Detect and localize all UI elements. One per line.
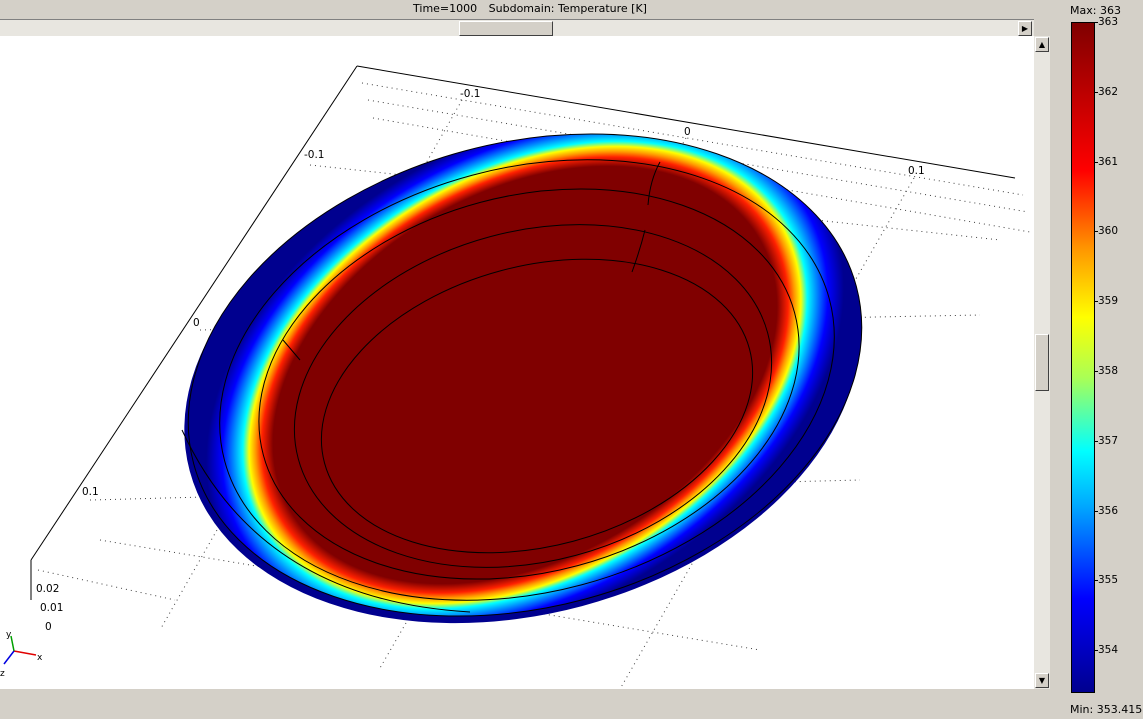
colorbar-tick-label: 356: [1098, 505, 1119, 517]
top-tick-3: 0.1: [908, 165, 925, 177]
plot-canvas[interactable]: -0.1 0 0.1 -0.1 0 0.1 0.02 0.01 0 x y z: [0, 36, 1034, 689]
colorbar-tick-label: 359: [1098, 295, 1119, 307]
z-tick-2: 0.01: [40, 602, 63, 614]
subdomain-label: Subdomain: Temperature [K]: [488, 2, 647, 15]
scroll-up-icon[interactable]: ▲: [1035, 37, 1049, 52]
axis-triad-icon: x y z: [0, 630, 43, 679]
time-label: Time=1000: [413, 2, 478, 15]
colorbar-tick-label: 363: [1098, 16, 1119, 28]
scroll-down-icon[interactable]: ▼: [1035, 673, 1049, 688]
left-tick-3: 0.1: [82, 486, 99, 498]
horizontal-scrollbar[interactable]: ▶: [0, 19, 1034, 37]
temperature-plate: [181, 133, 863, 624]
horizontal-scroll-thumb[interactable]: [459, 21, 553, 36]
left-tick-1: -0.1: [304, 149, 325, 161]
colorbar-tick-label: 354: [1098, 644, 1119, 656]
top-tick-2: 0: [684, 126, 691, 138]
scroll-right-icon[interactable]: ▶: [1018, 21, 1032, 36]
triad-x-label: x: [37, 653, 43, 663]
plot-svg: -0.1 0 0.1 -0.1 0 0.1 0.02 0.01 0 x y z: [0, 65, 1031, 689]
colorbar: [1071, 22, 1095, 693]
colorbar-min-label: Min: 353.415: [1070, 703, 1143, 716]
z-tick-3: 0: [45, 621, 52, 633]
colorbar-tick-label: 357: [1098, 435, 1119, 447]
vertical-scroll-thumb[interactable]: [1035, 334, 1049, 391]
top-tick-1: -0.1: [460, 88, 481, 100]
plot-title: Time=1000 Subdomain: Temperature [K]: [0, 0, 1060, 18]
triad-y-label: y: [6, 630, 12, 640]
colorbar-tick-label: 360: [1098, 225, 1119, 237]
colorbar-tick-label: 361: [1098, 156, 1119, 168]
colorbar-tick-label: 355: [1098, 574, 1119, 586]
colorbar-tick-label: 362: [1098, 86, 1119, 98]
left-tick-2: 0: [193, 317, 200, 329]
colorbar-tick-label: 358: [1098, 365, 1119, 377]
triad-z-label: z: [0, 669, 5, 679]
vertical-scrollbar[interactable]: ▲ ▼: [1034, 36, 1050, 689]
z-tick-1: 0.02: [36, 583, 59, 595]
